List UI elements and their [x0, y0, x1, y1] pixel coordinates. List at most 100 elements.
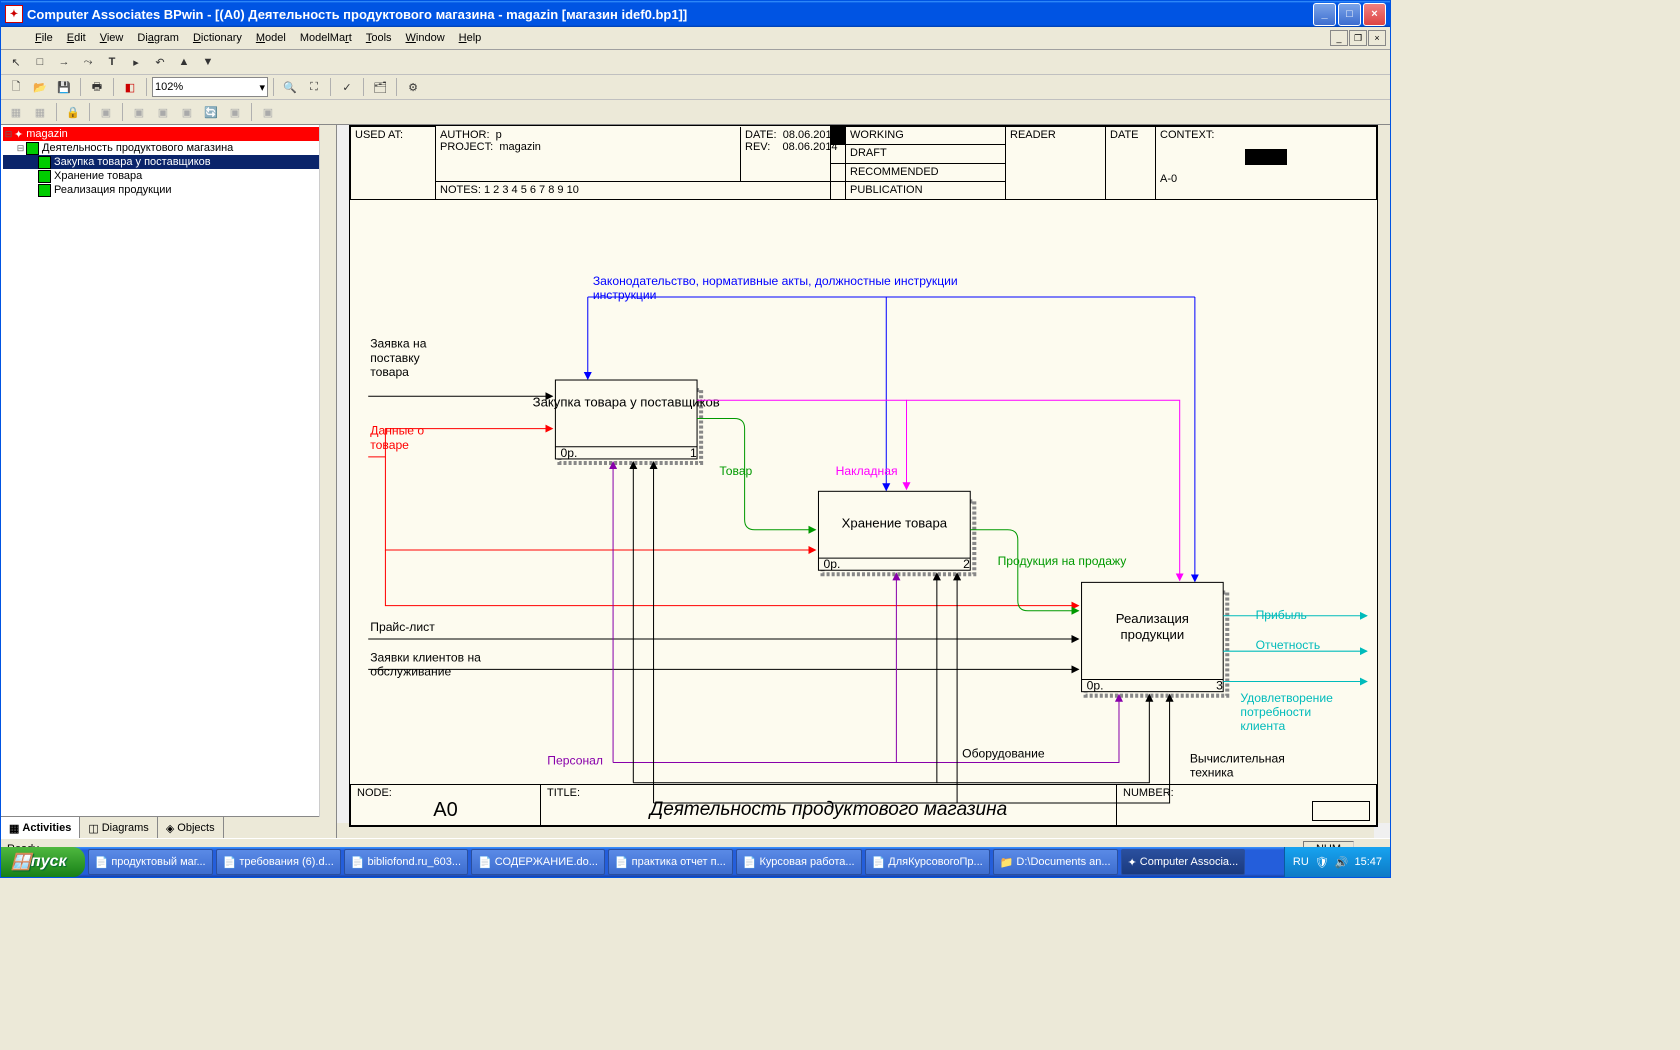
minimize-button[interactable]: _ [1313, 3, 1336, 26]
open-icon[interactable]: 📂 [29, 76, 51, 98]
taskbar-item[interactable]: 📄 ДляКурсовогоПр... [865, 849, 990, 875]
svg-text:Прибыль: Прибыль [1256, 608, 1307, 622]
diagram-canvas[interactable]: USED AT: AUTHOR: p PROJECT: magazin DATE… [349, 125, 1378, 827]
down-icon[interactable]: ▼ [197, 51, 219, 73]
tab-activities[interactable]: ▦ Activities [1, 817, 80, 839]
mdi-minimize-button[interactable]: _ [1330, 30, 1348, 46]
menu-view[interactable]: View [94, 30, 130, 46]
mdi-restore-button[interactable]: ❐ [1349, 30, 1367, 46]
mm-icon-5[interactable]: ▣ [152, 101, 174, 123]
mm-icon-8[interactable]: ▣ [224, 101, 246, 123]
taskbar-item[interactable]: 📄 Курсовая работа... [736, 849, 862, 875]
menu-diagram[interactable]: Diagram [131, 30, 185, 46]
start-button[interactable]: 🪟 пуск [1, 847, 85, 877]
taskbar-item[interactable]: 📄 практика отчет п... [608, 849, 733, 875]
properties-icon[interactable]: ⚙ [402, 76, 424, 98]
maximize-button[interactable]: □ [1338, 3, 1361, 26]
model-explorer-icon[interactable]: 🗂 [369, 76, 391, 98]
header-working: WORKING [846, 127, 1006, 145]
tree-root[interactable]: ⊟✦magazin [3, 127, 334, 141]
idef0-diagram[interactable]: Законодательство, нормативные акты, долж… [350, 200, 1377, 839]
menu-modelmart[interactable]: ModelMart [294, 30, 358, 46]
tree-item-a1[interactable]: Закупка товара у поставщиков [3, 155, 334, 169]
svg-text:Заявка на: Заявка на [370, 337, 426, 351]
svg-text:техника: техника [1190, 766, 1234, 780]
svg-text:Оборудование: Оборудование [962, 746, 1045, 760]
activity-tool-icon[interactable]: □ [29, 51, 51, 73]
tray-icon[interactable]: 🛡 [1315, 856, 1329, 869]
app-icon: ✦ [5, 5, 23, 23]
tab-diagrams[interactable]: ◫ Diagrams [80, 817, 157, 839]
menu-window[interactable]: Window [400, 30, 451, 46]
tree-scrollbar[interactable] [319, 125, 336, 817]
mm-icon-4[interactable]: ▣ [128, 101, 150, 123]
menu-file[interactable]: File [29, 30, 59, 46]
svg-text:поставку: поставку [370, 351, 420, 365]
print-icon[interactable]: 🖶 [86, 76, 108, 98]
header-context: CONTEXT: A-0 [1156, 127, 1377, 200]
mm-icon-3[interactable]: ▣ [95, 101, 117, 123]
mdi-close-button[interactable]: × [1368, 30, 1386, 46]
tree-item-a3[interactable]: Реализация продукции [3, 183, 334, 197]
new-icon[interactable]: 🗋 [5, 76, 27, 98]
svg-text:0р.: 0р. [824, 557, 841, 571]
svg-text:Закупка товара у поставщиков: Закупка товара у поставщиков [533, 394, 720, 409]
mm-icon-9[interactable]: ▣ [257, 101, 279, 123]
svg-text:Продукция на продажу: Продукция на продажу [998, 554, 1128, 568]
toolbar-modelmart: ▦ ▦ 🔒 ▣ ▣ ▣ ▣ 🔄 ▣ ▣ [1, 100, 1390, 125]
taskbar-item[interactable]: 📄 требования (6).d... [216, 849, 341, 875]
label-pricelist: Прайс-лист [370, 620, 435, 634]
taskbar-item[interactable]: 📁 D:\Documents an... [993, 849, 1118, 875]
header-recommended: RECOMMENDED [846, 163, 1006, 181]
mm-icon-2[interactable]: ▦ [29, 101, 51, 123]
svg-text:инструкции: инструкции [593, 288, 657, 302]
mm-lock-icon[interactable]: 🔒 [62, 101, 84, 123]
tree-item-a2[interactable]: Хранение товара [3, 169, 334, 183]
menu-tools[interactable]: Tools [360, 30, 398, 46]
svg-text:обслуживание: обслуживание [370, 664, 451, 678]
text-tool-icon[interactable]: T [101, 51, 123, 73]
taskbar-item[interactable]: 📄 bibliofond.ru_603... [344, 849, 468, 875]
tab-objects[interactable]: ◈ Objects [158, 817, 224, 839]
report-icon[interactable]: ◧ [119, 76, 141, 98]
system-tray[interactable]: RU 🛡 🔊 15:47 [1284, 847, 1390, 877]
mm-icon-6[interactable]: ▣ [176, 101, 198, 123]
mm-icon-7[interactable]: 🔄 [200, 101, 222, 123]
menu-model[interactable]: Model [250, 30, 292, 46]
taskbar-item-active[interactable]: ✦ Computer Associa... [1121, 849, 1246, 875]
menu-dictionary[interactable]: Dictionary [187, 30, 248, 46]
header-reader: READER [1006, 127, 1106, 200]
editor-tool-icon[interactable]: ▸ [125, 51, 147, 73]
svg-text:2: 2 [963, 557, 970, 571]
tray-lang[interactable]: RU [1293, 856, 1309, 868]
mm-icon-1[interactable]: ▦ [5, 101, 27, 123]
up-icon[interactable]: ▲ [173, 51, 195, 73]
spellcheck-icon[interactable]: ✓ [336, 76, 358, 98]
close-button[interactable]: × [1363, 3, 1386, 26]
tray-volume-icon[interactable]: 🔊 [1335, 856, 1349, 869]
toolbar-standard: 🗋 📂 💾 🖶 ◧ 102%▾ 🔍 ⛶ ✓ 🗂 ⚙ [1, 75, 1390, 100]
squiggle-tool-icon[interactable]: ⤳ [77, 51, 99, 73]
zoom-combo[interactable]: 102%▾ [152, 77, 268, 97]
zoom-fit-icon[interactable]: ⛶ [303, 76, 325, 98]
svg-text:Хранение товара: Хранение товара [842, 516, 948, 531]
header-draft: DRAFT [846, 145, 1006, 163]
titlebar: ✦ Computer Associates BPwin - [(A0) Деят… [1, 1, 1390, 27]
tree-item-a0[interactable]: ⊟Деятельность продуктового магазина [3, 141, 334, 155]
taskbar-item[interactable]: 📄 СОДЕРЖАНИЕ.do... [471, 849, 605, 875]
arrow-tool-icon[interactable]: → [53, 51, 75, 73]
svg-text:Реализация: Реализация [1116, 611, 1189, 626]
goto-parent-icon[interactable]: ↶ [149, 51, 171, 73]
save-icon[interactable]: 💾 [53, 76, 75, 98]
diagram-pane: USED AT: AUTHOR: p PROJECT: magazin DATE… [337, 125, 1390, 839]
taskbar-item[interactable]: 📄 продуктовый маг... [88, 849, 213, 875]
menu-edit[interactable]: Edit [61, 30, 92, 46]
svg-text:потребности: потребности [1240, 705, 1311, 719]
footer-node: NODE:A0 [351, 785, 541, 826]
zoom-in-icon[interactable]: 🔍 [279, 76, 301, 98]
pointer-tool-icon[interactable]: ↖ [5, 51, 27, 73]
svg-text:товаре: товаре [370, 438, 409, 452]
window-title: Computer Associates BPwin - [(A0) Деятел… [27, 7, 1313, 22]
tray-clock[interactable]: 15:47 [1354, 856, 1382, 868]
menu-help[interactable]: Help [453, 30, 488, 46]
